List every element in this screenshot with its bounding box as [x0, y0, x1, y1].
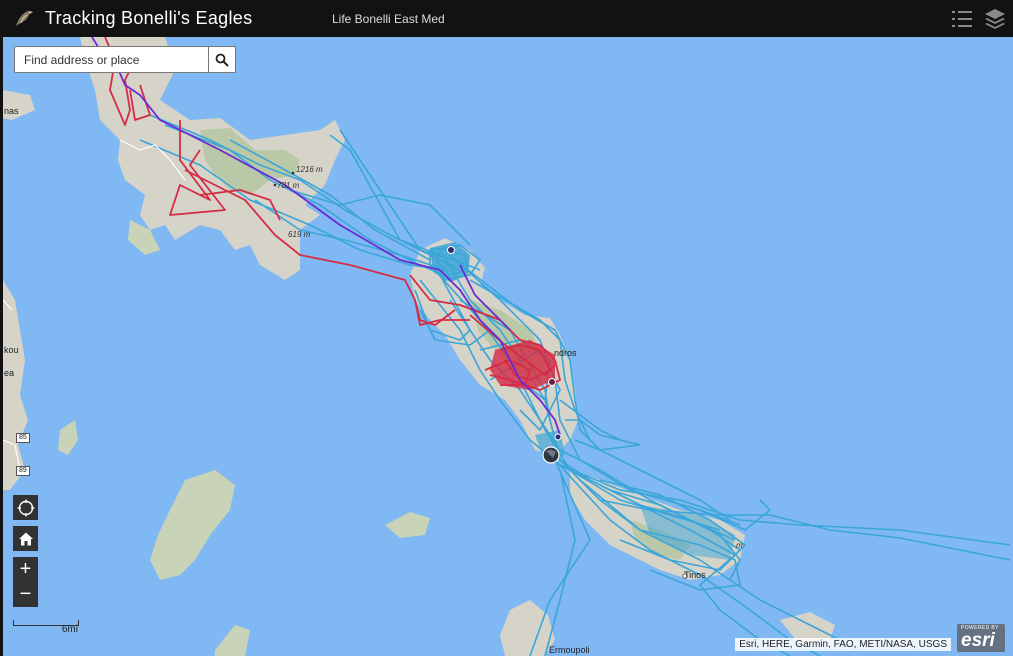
road-badge-85: 85: [16, 433, 30, 443]
zoom-in-button[interactable]: +: [13, 557, 38, 582]
esri-logo[interactable]: POWERED BY esri: [957, 624, 1005, 652]
map-frame-left: [0, 37, 3, 656]
locate-button[interactable]: [13, 495, 38, 520]
eagle-logo-icon: [16, 10, 33, 26]
map-view[interactable]: [3, 37, 1013, 656]
elevation-label-3: 619 m: [288, 230, 311, 239]
esri-logo-text: esri: [961, 630, 995, 651]
app-header: Tracking Bonelli's Eagles Life Bonelli E…: [0, 0, 1013, 37]
scale-bar: 6mi: [13, 620, 79, 635]
elevation-label-2: 781 m: [277, 181, 300, 190]
town-label-andros: ndros: [554, 348, 577, 358]
edge-label-3: ea: [4, 368, 15, 378]
zoom-controls: + −: [13, 557, 38, 607]
town-label-tinos: Tinos: [684, 570, 706, 580]
elevation-label-1: 1216 m: [296, 165, 323, 174]
search-input[interactable]: [15, 47, 209, 72]
search-button[interactable]: [208, 47, 235, 72]
locate-icon: [17, 499, 34, 516]
position-marker-south: [554, 433, 562, 441]
road-badge-89: 89: [16, 466, 30, 476]
search-box: [14, 46, 236, 73]
layers-icon[interactable]: [983, 7, 1007, 31]
app-title: Tracking Bonelli's Eagles: [45, 8, 253, 28]
position-marker-north: [447, 246, 455, 254]
zoom-out-button[interactable]: −: [13, 582, 38, 607]
scale-bar-label: 6mi: [61, 624, 78, 635]
peak-marker-2: [273, 183, 277, 187]
map-canvas[interactable]: [3, 37, 1013, 656]
elevation-label-4: m: [736, 541, 743, 550]
edge-label-2: kou: [4, 345, 19, 355]
edge-label-1: nas: [4, 106, 19, 116]
search-icon: [215, 53, 229, 67]
position-marker-mid: [548, 378, 556, 386]
town-label-ermoupoli: Ermoupoli: [549, 645, 590, 655]
map-attribution[interactable]: Esri, HERE, Garmin, FAO, METI/NASA, USGS: [735, 638, 951, 651]
home-button[interactable]: [13, 526, 38, 551]
app-subtitle: Life Bonelli East Med: [332, 12, 445, 26]
home-icon: [18, 532, 33, 545]
list-icon[interactable]: [950, 7, 974, 31]
peak-marker-1: [291, 171, 295, 175]
